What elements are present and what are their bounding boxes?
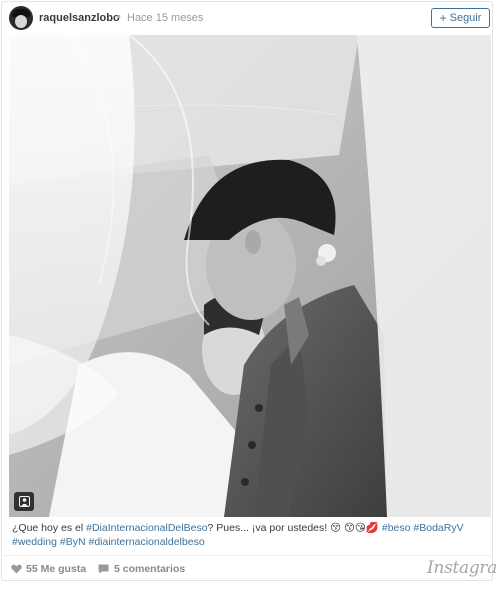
comments-link[interactable]: 5 comentarios xyxy=(98,563,185,575)
hashtag-link[interactable]: #wedding xyxy=(12,536,57,548)
wedding-kiss-photo xyxy=(9,35,491,517)
hashtag-link[interactable]: #beso xyxy=(382,522,411,534)
plus-icon: + xyxy=(439,11,447,25)
hashtag-link[interactable]: #BodaRyV xyxy=(413,522,463,534)
user-tag-icon[interactable] xyxy=(14,492,34,511)
separator-dot: • xyxy=(117,11,121,23)
post-footer: 55 Me gusta 5 comentarios Instagram xyxy=(2,556,496,582)
post-caption: ¿Que hoy es el #DiaInternacionalDelBeso?… xyxy=(12,522,484,549)
follow-label: Seguir xyxy=(449,12,482,24)
post-photo[interactable] xyxy=(9,35,491,517)
comments-count: 5 comentarios xyxy=(114,563,186,575)
likes-count: 55 Me gusta xyxy=(26,563,87,575)
follow-button[interactable]: + Seguir xyxy=(431,8,490,28)
caption-text: ¿Que hoy es el xyxy=(12,522,87,534)
instagram-logo[interactable]: Instagram xyxy=(427,558,496,578)
username[interactable]: raquelsanzlobo xyxy=(39,12,120,24)
post-header: raquelsanzlobo • Hace 15 meses + Seguir xyxy=(2,2,492,34)
hashtag-link[interactable]: #ByN xyxy=(60,536,86,548)
likes-link[interactable]: 55 Me gusta xyxy=(11,563,86,575)
caption-emojis: 😚 😙😘💋 xyxy=(330,522,382,534)
caption-text: ? Pues... ¡va por ustedes! xyxy=(207,522,331,534)
heart-icon xyxy=(11,564,22,574)
comment-icon xyxy=(98,564,109,574)
avatar[interactable] xyxy=(9,6,33,30)
post-time[interactable]: Hace 15 meses xyxy=(127,12,203,24)
hashtag-link[interactable]: #DiaInternacionalDelBeso xyxy=(86,522,207,534)
hashtag-link[interactable]: #diainternacionaldelbeso xyxy=(88,536,204,548)
instagram-embed-card: raquelsanzlobo • Hace 15 meses + Seguir xyxy=(1,1,496,582)
